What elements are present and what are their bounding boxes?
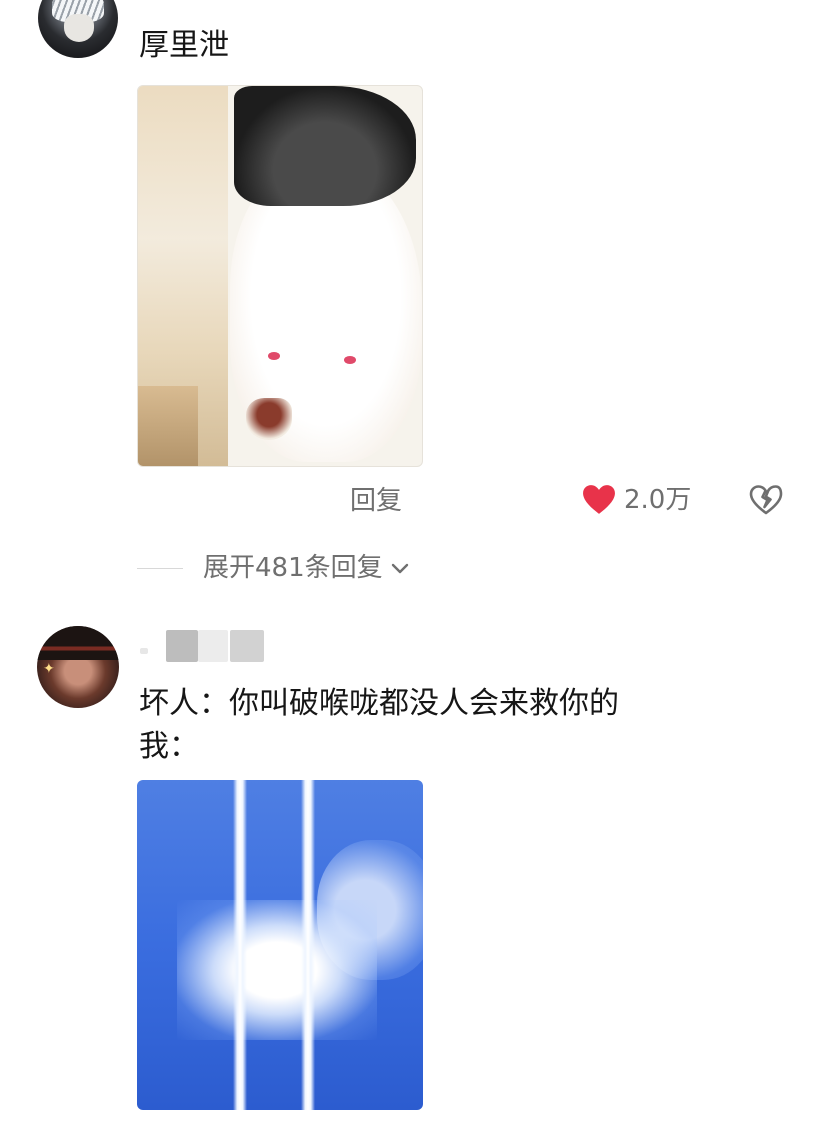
- image-hair: [234, 86, 416, 206]
- expand-replies-button[interactable]: 展开481条回复: [137, 548, 411, 588]
- comment-text: 坏人：你叫破喉咙都没人会来救你的 我：: [139, 682, 779, 768]
- avatar[interactable]: [38, 0, 118, 58]
- image-shade: [138, 386, 198, 466]
- image-light-beam: [301, 780, 315, 1110]
- comment-image[interactable]: [137, 780, 423, 1110]
- reply-button[interactable]: 回复: [350, 484, 402, 518]
- divider-line: [137, 567, 183, 569]
- heart-icon: [583, 485, 615, 514]
- chevron-down-icon: [391, 563, 408, 574]
- comment-line: 坏人：你叫破喉咙都没人会来救你的: [139, 686, 619, 721]
- image-mouth: [246, 398, 292, 440]
- expand-replies-label: 展开481条回复: [203, 553, 383, 583]
- like-button[interactable]: 2.0万: [582, 480, 691, 520]
- like-count: 2.0万: [624, 485, 692, 515]
- sparkle-icon: ✦: [43, 661, 55, 677]
- avatar-face: [64, 14, 94, 42]
- username-redacted: [140, 648, 148, 654]
- comment-image[interactable]: [137, 85, 423, 467]
- image-eye-right: [344, 356, 356, 364]
- username[interactable]: 厚里泄: [139, 28, 229, 64]
- avatar-hat: [37, 626, 119, 660]
- username-redacted: [166, 630, 198, 662]
- avatar[interactable]: ✦: [37, 626, 119, 708]
- image-eye-left: [268, 352, 280, 360]
- comment-line: 我：: [139, 729, 199, 764]
- username-redacted: [230, 630, 264, 662]
- broken-heart-icon[interactable]: [748, 482, 784, 518]
- image-light-beam: [233, 780, 247, 1110]
- image-glow: [177, 900, 377, 1040]
- username-redacted: [198, 630, 228, 662]
